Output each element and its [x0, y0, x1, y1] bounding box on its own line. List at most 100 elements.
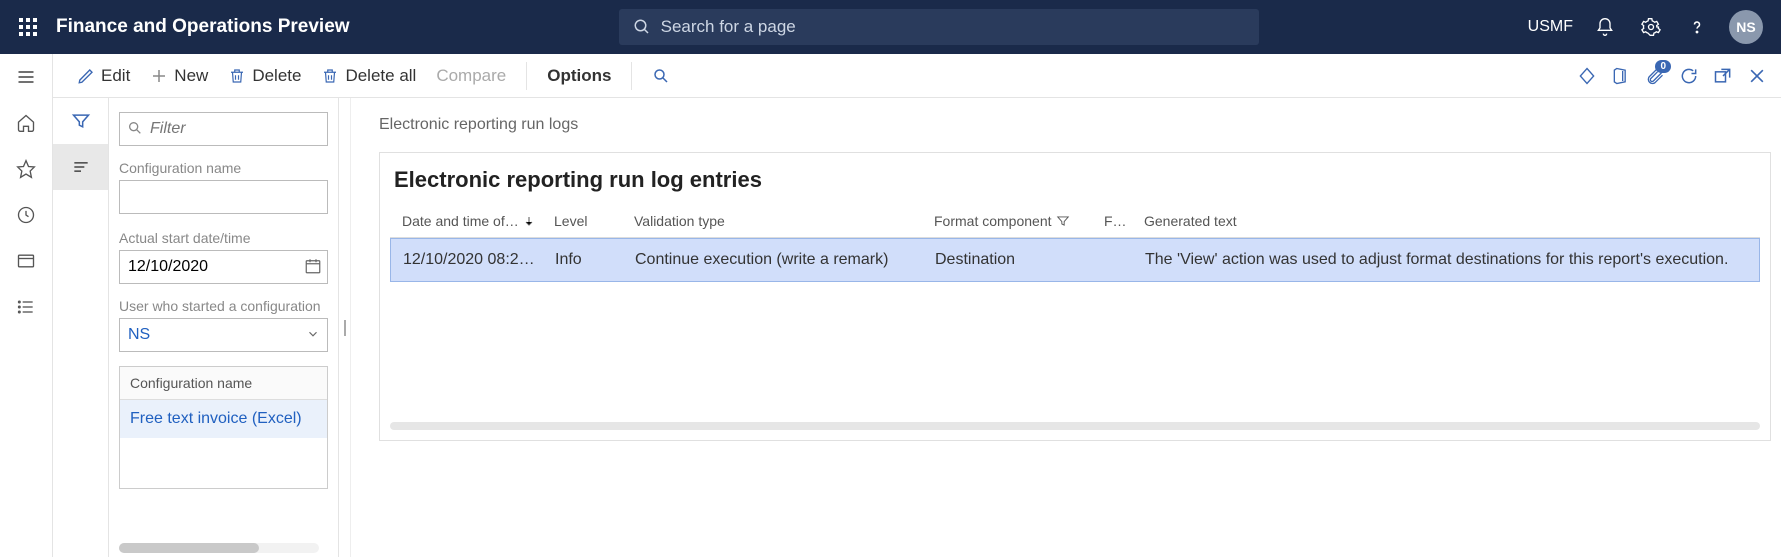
- col-generated-text[interactable]: Generated text: [1144, 213, 1756, 229]
- search-icon: [127, 120, 143, 136]
- options-label: Options: [547, 66, 611, 86]
- content-area: Electronic reporting run logs Electronic…: [351, 98, 1781, 557]
- compare-label: Compare: [436, 66, 506, 86]
- nav-workspaces[interactable]: [0, 238, 52, 284]
- diamond-button[interactable]: [1577, 66, 1597, 86]
- user-avatar[interactable]: NS: [1729, 10, 1763, 44]
- delete-all-label: Delete all: [345, 66, 416, 86]
- config-name-label: Configuration name: [119, 160, 328, 176]
- breadcrumb: Electronic reporting run logs: [379, 116, 1771, 134]
- help-icon: [1687, 17, 1707, 37]
- nav-recent[interactable]: [0, 192, 52, 238]
- attachments-button[interactable]: 0: [1645, 66, 1665, 86]
- separator: [526, 62, 527, 90]
- app-header: Finance and Operations Preview USMF NS: [0, 0, 1781, 54]
- edit-label: Edit: [101, 66, 130, 86]
- lines-icon: [71, 157, 91, 177]
- filter-tab[interactable]: [53, 98, 108, 144]
- refresh-icon: [1679, 66, 1699, 86]
- close-button[interactable]: [1747, 66, 1767, 86]
- cell-format-component: Destination: [935, 251, 1105, 269]
- col-date[interactable]: Date and time of…: [394, 213, 554, 229]
- chevron-down-icon[interactable]: [306, 327, 320, 341]
- splitter[interactable]: [339, 98, 351, 557]
- compare-button: Compare: [426, 60, 516, 92]
- log-grid: Date and time of… Level Validation type …: [390, 205, 1760, 430]
- edit-button[interactable]: Edit: [67, 60, 140, 92]
- workspace-icon: [16, 251, 36, 271]
- trash-icon: [228, 67, 246, 85]
- help-button[interactable]: [1683, 13, 1711, 41]
- cell-generated-text: The 'View' action was used to adjust for…: [1145, 251, 1755, 269]
- bell-icon: [1595, 17, 1615, 37]
- app-title: Finance and Operations Preview: [56, 16, 350, 38]
- funnel-icon: [71, 111, 91, 131]
- card-title: Electronic reporting run log entries: [390, 167, 1760, 193]
- horizontal-scrollbar[interactable]: [119, 543, 319, 553]
- start-date-label: Actual start date/time: [119, 230, 328, 246]
- popout-button[interactable]: [1713, 66, 1733, 86]
- config-name-input[interactable]: [119, 180, 328, 214]
- separator: [631, 62, 632, 90]
- nav-favorites[interactable]: [0, 146, 52, 192]
- nav-hamburger[interactable]: [0, 54, 52, 100]
- config-list-item[interactable]: Free text invoice (Excel): [120, 400, 327, 438]
- attachments-count: 0: [1655, 60, 1671, 73]
- search-icon: [652, 67, 670, 85]
- arrow-down-icon: [523, 215, 535, 227]
- office-button[interactable]: [1611, 66, 1631, 86]
- cell-level: Info: [555, 251, 635, 269]
- grid-header: Date and time of… Level Validation type …: [390, 205, 1760, 238]
- plus-icon: [150, 67, 168, 85]
- start-date-input[interactable]: [119, 250, 328, 284]
- settings-button[interactable]: [1637, 13, 1665, 41]
- filter-rail: [53, 98, 109, 557]
- office-icon: [1611, 66, 1631, 86]
- table-row[interactable]: 12/10/2020 08:2… Info Continue execution…: [390, 238, 1760, 282]
- nav-home[interactable]: [0, 100, 52, 146]
- cell-validation-type: Continue execution (write a remark): [635, 251, 935, 269]
- app-launcher-button[interactable]: [8, 18, 48, 36]
- refresh-button[interactable]: [1679, 66, 1699, 86]
- diamond-icon: [1577, 66, 1597, 86]
- col-f[interactable]: F…: [1104, 213, 1144, 229]
- action-bar: Edit New Delete Delete all Compare Optio…: [53, 54, 1781, 98]
- nav-rail: [0, 54, 53, 557]
- global-search[interactable]: [619, 9, 1259, 45]
- nav-modules[interactable]: [0, 284, 52, 330]
- cell-date: 12/10/2020 08:2…: [395, 251, 555, 269]
- grid-horizontal-scrollbar[interactable]: [390, 422, 1760, 430]
- options-button[interactable]: Options: [537, 60, 621, 92]
- clock-icon: [16, 205, 36, 225]
- trash-icon: [321, 67, 339, 85]
- grip-icon: [342, 318, 348, 338]
- global-search-input[interactable]: [661, 17, 1245, 37]
- filter-panel: Configuration name Actual start date/tim…: [109, 98, 339, 557]
- hamburger-icon: [16, 67, 36, 87]
- calendar-icon[interactable]: [304, 257, 322, 275]
- delete-button[interactable]: Delete: [218, 60, 311, 92]
- new-label: New: [174, 66, 208, 86]
- company-selector[interactable]: USMF: [1528, 18, 1573, 36]
- user-select[interactable]: [119, 318, 328, 352]
- col-level[interactable]: Level: [554, 213, 634, 229]
- filter-input[interactable]: [119, 112, 328, 146]
- close-icon: [1747, 66, 1767, 86]
- log-entries-card: Electronic reporting run log entries Dat…: [379, 152, 1771, 441]
- star-icon: [16, 159, 36, 179]
- config-list-header[interactable]: Configuration name: [120, 367, 327, 400]
- list-icon: [16, 297, 36, 317]
- find-button[interactable]: [642, 61, 680, 91]
- col-format-component[interactable]: Format component: [934, 213, 1104, 229]
- delete-all-button[interactable]: Delete all: [311, 60, 426, 92]
- search-icon: [633, 18, 651, 36]
- waffle-icon: [19, 18, 37, 36]
- col-validation-type[interactable]: Validation type: [634, 213, 934, 229]
- gear-icon: [1641, 17, 1661, 37]
- config-list: Configuration name Free text invoice (Ex…: [119, 366, 328, 489]
- new-button[interactable]: New: [140, 60, 218, 92]
- user-label: User who started a configuration: [119, 298, 328, 314]
- list-tab[interactable]: [53, 144, 108, 190]
- pencil-icon: [77, 67, 95, 85]
- notifications-button[interactable]: [1591, 13, 1619, 41]
